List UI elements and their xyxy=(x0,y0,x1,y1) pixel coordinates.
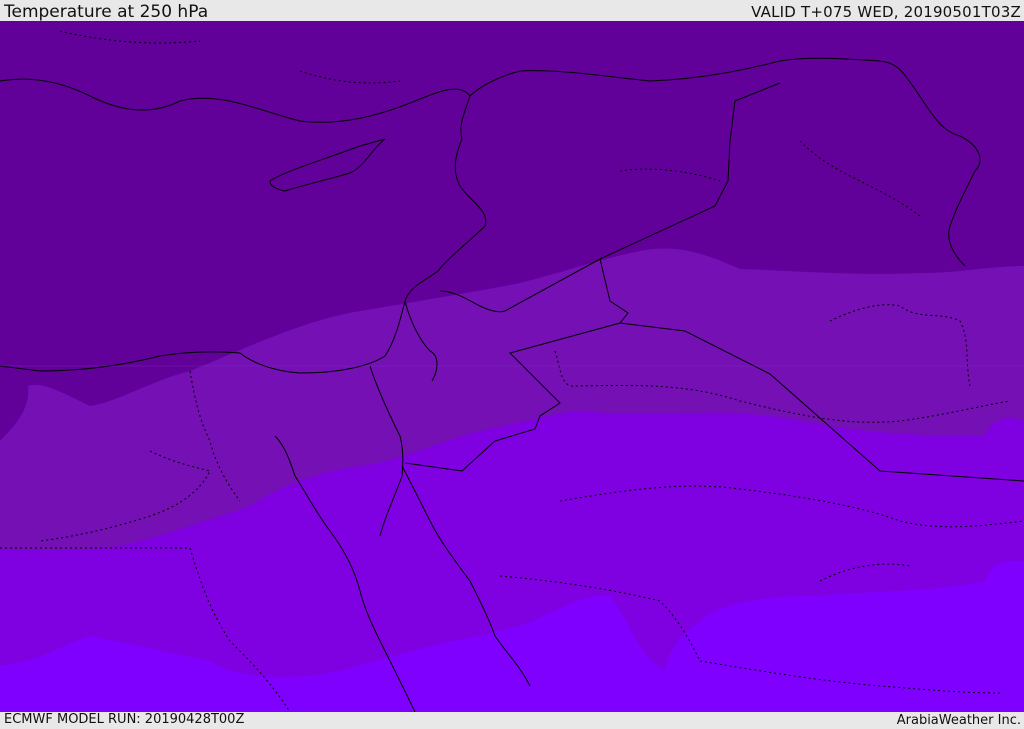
header-bar: Temperature at 250 hPa VALID T+075 WED, … xyxy=(0,0,1024,22)
valid-time-label: VALID T+075 WED, 20190501T03Z xyxy=(751,3,1021,21)
map-canvas xyxy=(0,21,1024,712)
credit-label: ArabiaWeather Inc. xyxy=(896,713,1021,728)
map-title: Temperature at 250 hPa xyxy=(4,2,209,22)
footer-bar: ECMWF MODEL RUN: 20190428T00Z ArabiaWeat… xyxy=(0,712,1024,729)
weather-map[interactable] xyxy=(0,21,1024,712)
model-run-label: ECMWF MODEL RUN: 20190428T00Z xyxy=(4,712,245,727)
